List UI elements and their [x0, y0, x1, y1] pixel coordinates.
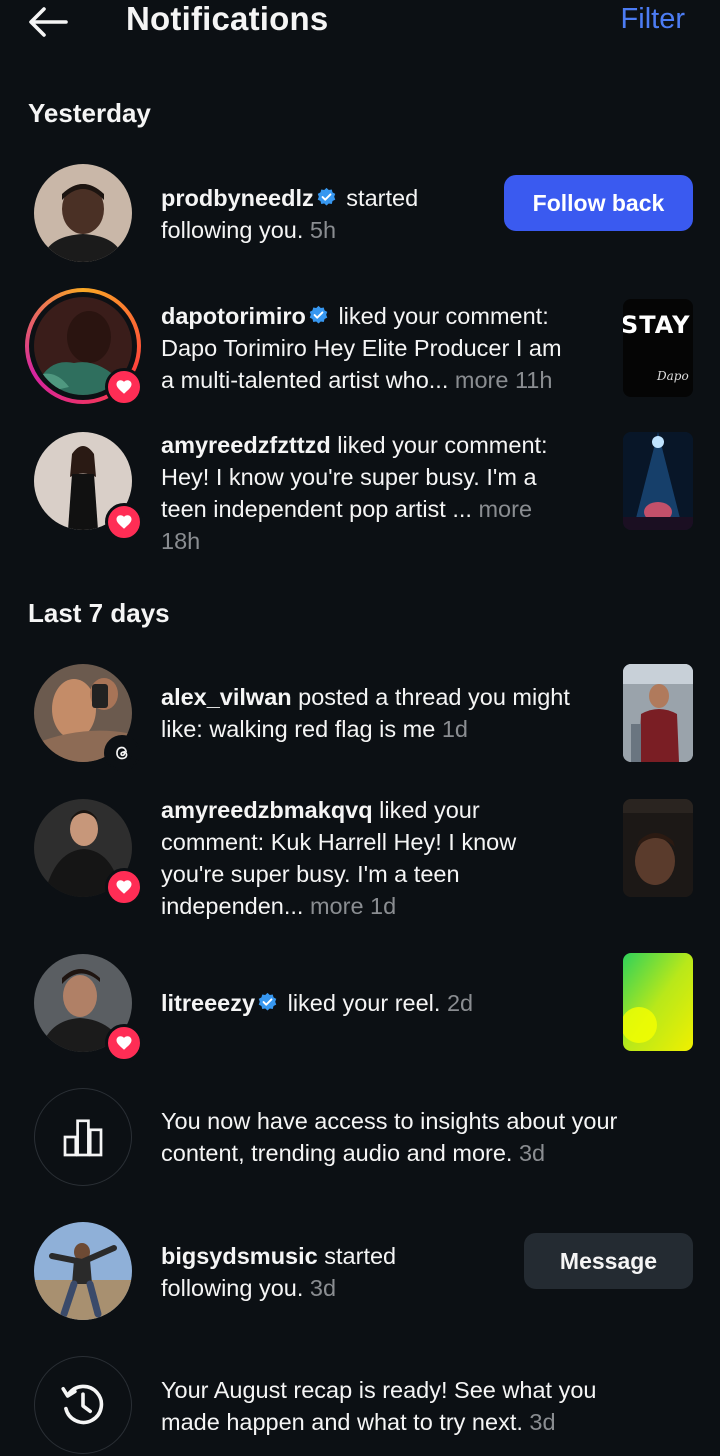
username[interactable]: amyreedzbmakqvq — [161, 797, 373, 823]
post-thumbnail[interactable] — [623, 953, 693, 1051]
timestamp: 2d — [446, 990, 474, 1016]
timestamp: 3d — [518, 1140, 546, 1166]
comment-line: independen... — [161, 893, 304, 919]
action-text: liked your reel. — [287, 990, 441, 1016]
header: Notifications Filter — [0, 0, 720, 50]
notification-text: alex_vilwan posted a thread you might li… — [161, 681, 570, 745]
like-heart-icon — [105, 1024, 143, 1062]
notification-row[interactable]: bigsydsmusic started following you. 3d M… — [0, 1220, 720, 1330]
username[interactable]: litreeezy — [161, 990, 255, 1016]
comment-line: comment: Kuk Harrell Hey! I know — [161, 829, 517, 855]
action-text: liked your comment: — [337, 432, 548, 458]
action-text-cont: following you. — [161, 1275, 304, 1301]
notification-row[interactable]: dapotorimiro liked your comment: Dapo To… — [0, 288, 720, 408]
notification-row[interactable]: You now have access to insights about yo… — [0, 1085, 720, 1195]
insights-text: You now have access to insights about yo… — [161, 1108, 618, 1134]
avatar[interactable] — [34, 164, 132, 262]
verified-badge-icon — [257, 989, 278, 1011]
timestamp: 3d — [529, 1409, 556, 1435]
timestamp: 18h — [161, 528, 201, 554]
notification-text: Your August recap is ready! See what you… — [161, 1374, 596, 1438]
recap-text: Your August recap is ready! See what you — [161, 1377, 597, 1403]
notification-row[interactable]: amyreedzfzttzd liked your comment: Hey! … — [0, 425, 720, 555]
comment-line: Hey! I know you're super busy. I'm a — [161, 464, 537, 490]
action-text: started — [324, 1243, 397, 1269]
recap-text-cont: made happen and what to try next. — [161, 1409, 523, 1435]
post-thumbnail[interactable] — [623, 664, 693, 762]
comment-line: teen independent pop artist ... — [161, 496, 472, 522]
timestamp: 1d — [441, 716, 468, 742]
timestamp: 3d — [309, 1275, 337, 1301]
more-link[interactable]: more — [455, 367, 509, 393]
notification-text: dapotorimiro liked your comment: Dapo To… — [161, 300, 562, 396]
timestamp: 5h — [309, 217, 337, 243]
thumbnail-title: STAY — [623, 311, 691, 339]
action-text: liked your — [379, 797, 480, 823]
filter-button[interactable]: Filter — [621, 3, 685, 36]
action-text: liked your comment: — [338, 303, 549, 329]
notification-text: litreeezy liked your reel. 2d — [161, 987, 473, 1019]
notification-row[interactable]: litreeezy liked your reel. 2d — [0, 950, 720, 1062]
notification-text: You now have access to insights about yo… — [161, 1105, 617, 1169]
thumbnail-signature: Dapo — [657, 369, 689, 383]
username[interactable]: prodbyneedlz — [161, 185, 314, 211]
verified-badge-icon — [308, 302, 329, 324]
notification-text: amyreedzfzttzd liked your comment: Hey! … — [161, 429, 548, 557]
notification-row[interactable]: alex_vilwan posted a thread you might li… — [0, 660, 720, 771]
more-link[interactable]: more — [478, 496, 532, 522]
insights-icon — [34, 1088, 132, 1186]
notification-row[interactable]: amyreedzbmakqvq liked your comment: Kuk … — [0, 795, 720, 925]
thread-text: like: walking red flag is me — [161, 716, 436, 742]
username[interactable]: alex_vilwan — [161, 684, 292, 710]
page-title: Notifications — [126, 0, 329, 37]
post-thumbnail[interactable] — [623, 799, 693, 897]
verified-badge-icon — [316, 184, 337, 206]
threads-icon — [104, 735, 140, 771]
notification-text: amyreedzbmakqvq liked your comment: Kuk … — [161, 794, 516, 922]
notification-text: prodbyneedlz started following you. 5h — [161, 182, 418, 246]
history-icon — [34, 1356, 132, 1454]
like-heart-icon — [105, 503, 143, 541]
comment-line: a multi-talented artist who... — [161, 367, 449, 393]
action-text: started — [346, 185, 419, 211]
comment-line: Dapo Torimiro Hey Elite Producer I am — [161, 335, 562, 361]
comment-line: you're super busy. I'm a teen — [161, 861, 460, 887]
like-heart-icon — [105, 868, 143, 906]
username[interactable]: bigsydsmusic — [161, 1243, 318, 1269]
username[interactable]: amyreedzfzttzd — [161, 432, 331, 458]
section-heading-yesterday: Yesterday — [28, 98, 151, 128]
back-arrow-icon[interactable] — [26, 4, 70, 40]
notification-text: bigsydsmusic started following you. 3d — [161, 1240, 396, 1304]
action-text-cont: following you. — [161, 217, 304, 243]
like-heart-icon — [105, 368, 143, 406]
message-button[interactable]: Message — [524, 1233, 693, 1289]
timestamp: 11h — [514, 367, 553, 393]
avatar[interactable] — [34, 1222, 132, 1320]
follow-back-button[interactable]: Follow back — [504, 175, 693, 231]
post-thumbnail[interactable]: STAY Dapo — [623, 299, 693, 397]
more-link[interactable]: more — [310, 893, 364, 919]
post-thumbnail[interactable] — [623, 432, 693, 530]
insights-text-cont: content, trending audio and more. — [161, 1140, 513, 1166]
username[interactable]: dapotorimiro — [161, 303, 306, 329]
action-text: posted a thread you might — [298, 684, 570, 710]
timestamp: 1d — [370, 893, 397, 919]
section-heading-last-7-days: Last 7 days — [28, 598, 170, 628]
notification-row[interactable]: Your August recap is ready! See what you… — [0, 1356, 720, 1456]
notification-row[interactable]: prodbyneedlz started following you. 5h F… — [0, 162, 720, 272]
